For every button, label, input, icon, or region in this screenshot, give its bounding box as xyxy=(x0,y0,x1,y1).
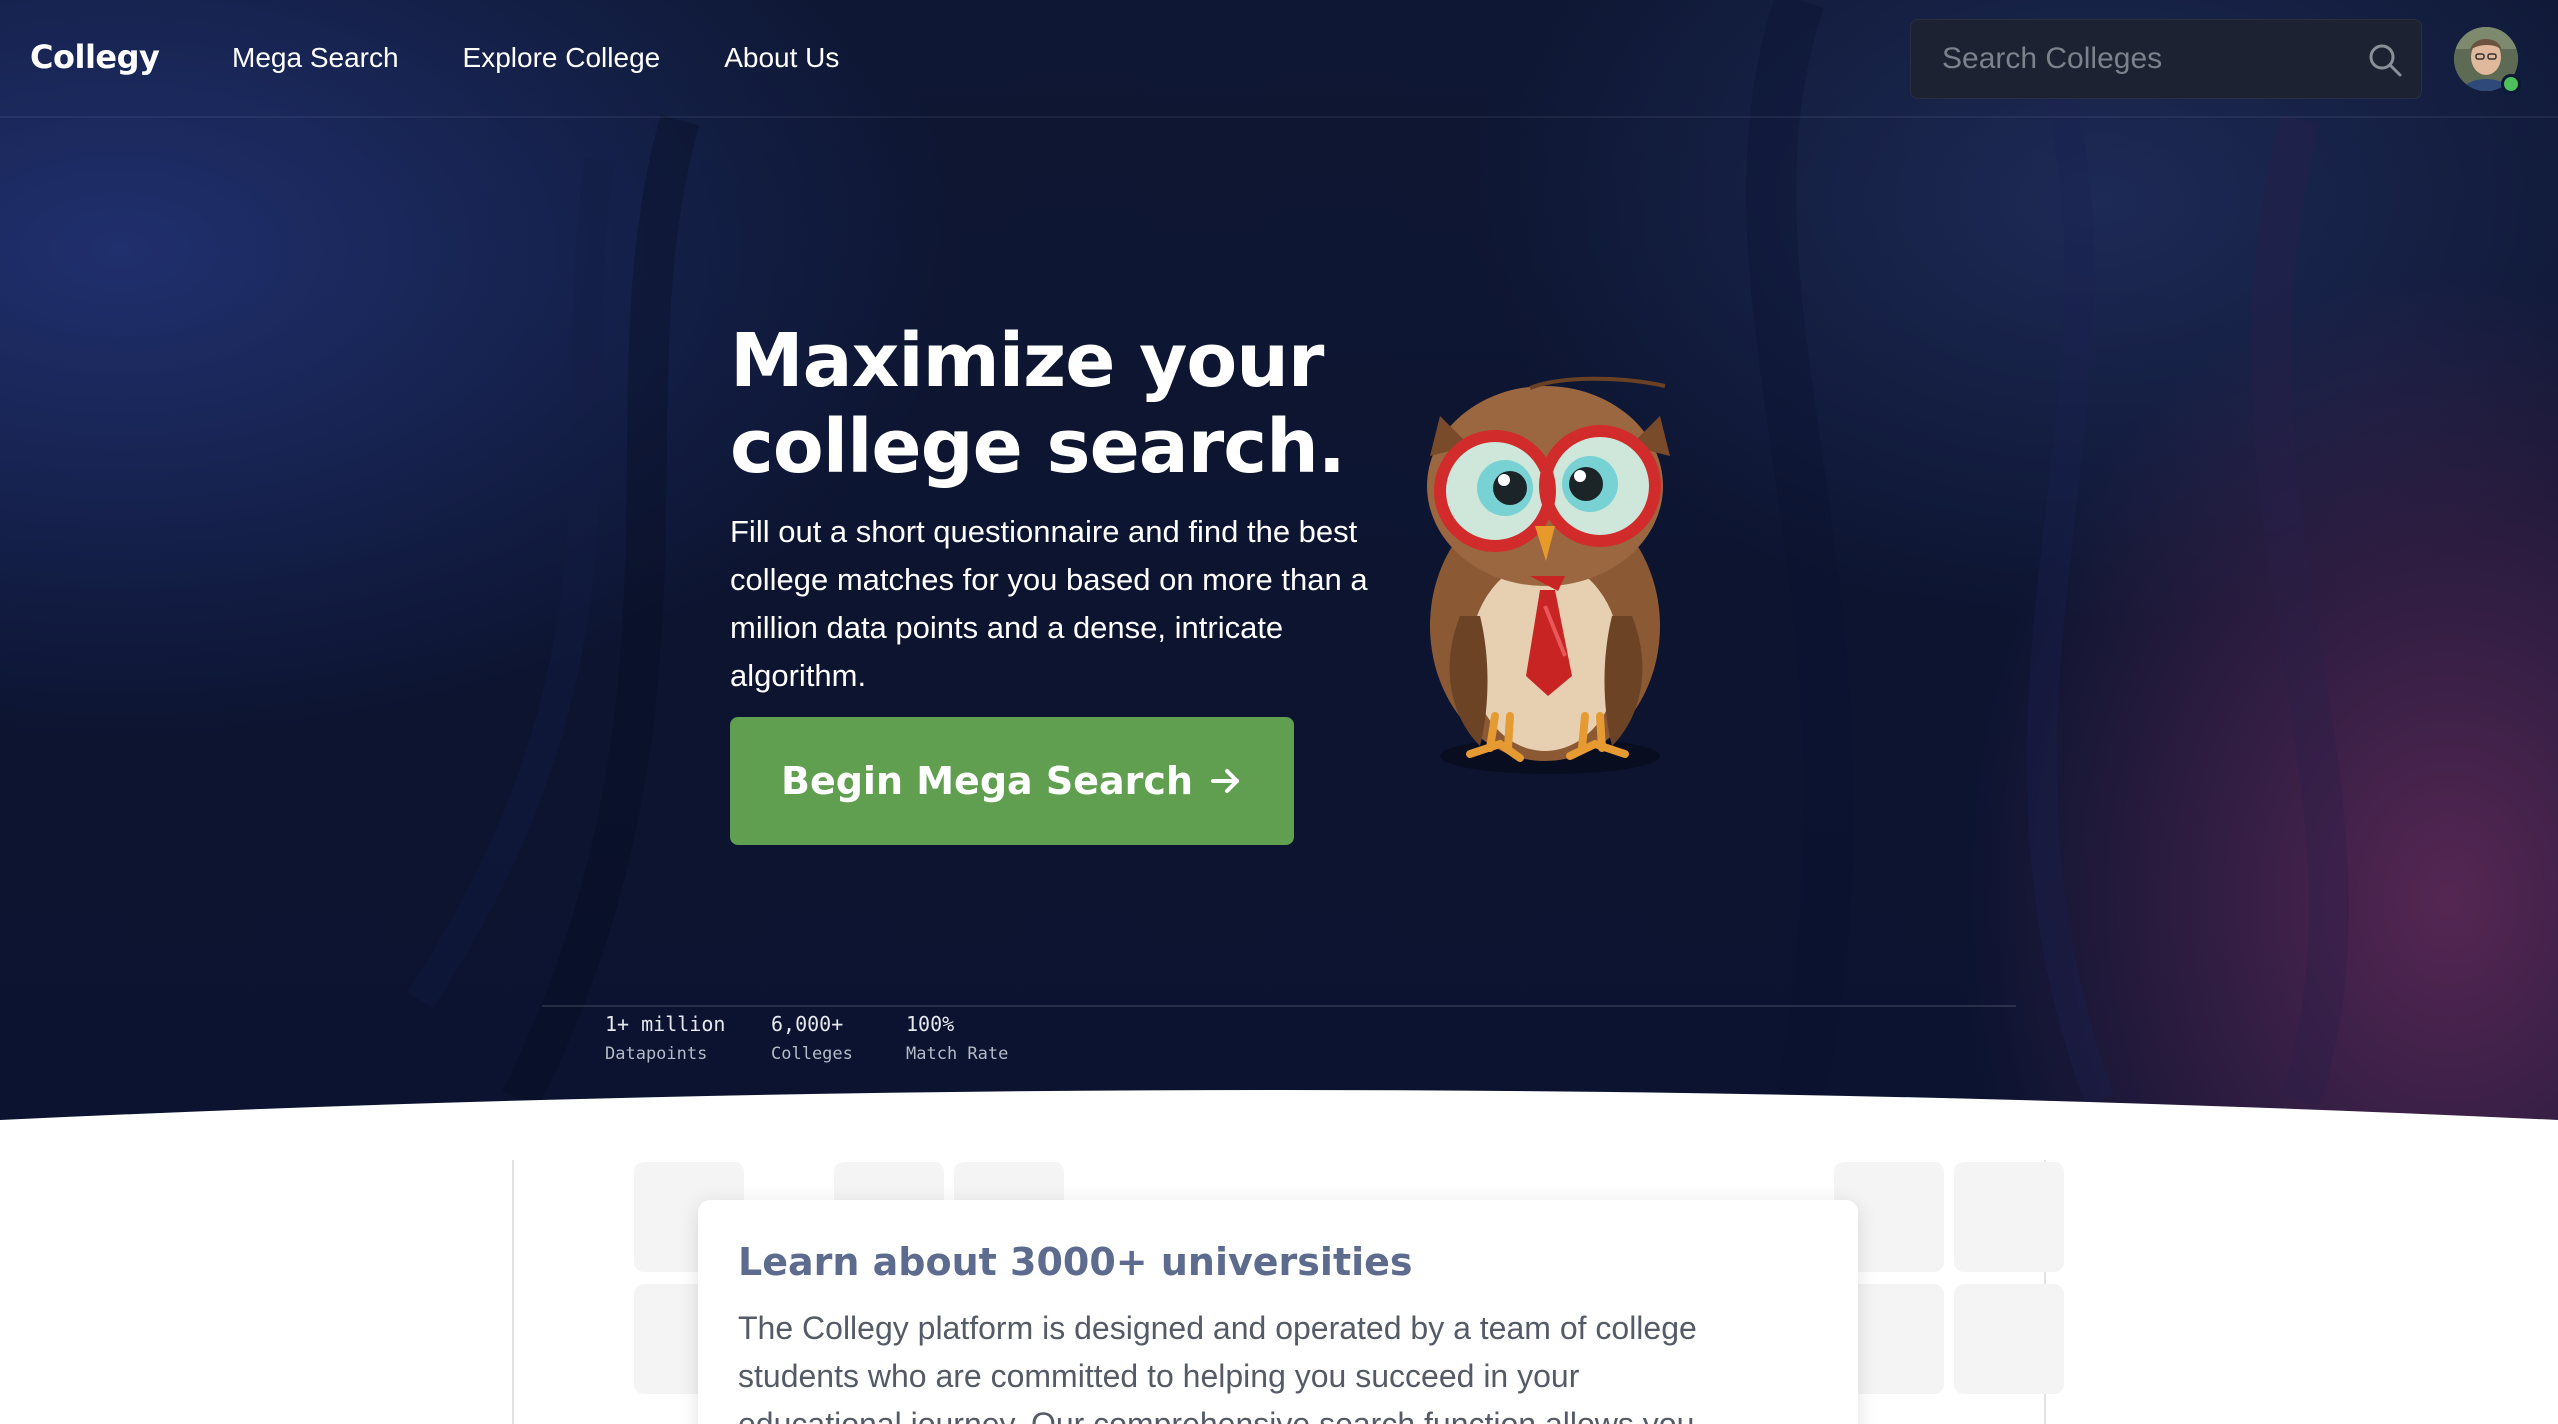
decor-tile xyxy=(1954,1162,2064,1272)
stat-label: Colleges xyxy=(771,1044,853,1064)
hero-subtext: Fill out a short questionnaire and find … xyxy=(730,514,1368,693)
owl-mascot-illustration xyxy=(1427,376,1670,774)
stat-label: Match Rate xyxy=(906,1044,1009,1064)
hero-headline: Maximize your college search. xyxy=(730,318,1430,490)
stat-datapoints: 1+ million Datapoints xyxy=(605,1010,725,1065)
nav-link-mega-search[interactable]: Mega Search xyxy=(232,42,399,74)
stat-colleges: 6,000+ Colleges xyxy=(771,1010,853,1065)
stat-value: 1+ million xyxy=(605,1012,726,1036)
online-status-indicator xyxy=(2501,74,2521,94)
search-box xyxy=(1910,19,2422,99)
nav-link-explore-college[interactable]: Explore College xyxy=(463,42,661,74)
stat-label: Datapoints xyxy=(605,1044,708,1064)
search-input[interactable] xyxy=(1911,20,2351,98)
info-card: Learn about 3000+ universities The Colle… xyxy=(698,1200,1858,1424)
stat-value: 100% xyxy=(906,1012,955,1036)
decor-tile xyxy=(1954,1284,2064,1394)
headline-line-2: college search. xyxy=(730,404,1346,490)
page: Collegy Mega Search Explore College Abou… xyxy=(0,0,2558,1424)
nav-link-about-us[interactable]: About Us xyxy=(724,42,839,74)
headline-line-1: Maximize your xyxy=(730,318,1324,404)
brand-logo[interactable]: Collegy xyxy=(30,38,160,76)
search-icon[interactable] xyxy=(2367,42,2403,78)
arrow-right-icon xyxy=(1211,769,1239,793)
info-card-body: The Collegy platform is designed and ope… xyxy=(738,1310,1697,1424)
begin-mega-search-button[interactable]: Begin Mega Search xyxy=(730,717,1294,845)
top-navbar: Collegy Mega Search Explore College Abou… xyxy=(0,0,2558,118)
info-card-title: Learn about 3000+ universities xyxy=(738,1240,1413,1284)
nav-links: Mega Search Explore College About Us xyxy=(232,42,839,74)
cta-label: Begin Mega Search xyxy=(780,759,1193,803)
stats-divider xyxy=(542,1005,2016,1007)
stat-match-rate: 100% Match Rate xyxy=(906,1010,1008,1065)
stat-value: 6,000+ xyxy=(771,1012,844,1036)
